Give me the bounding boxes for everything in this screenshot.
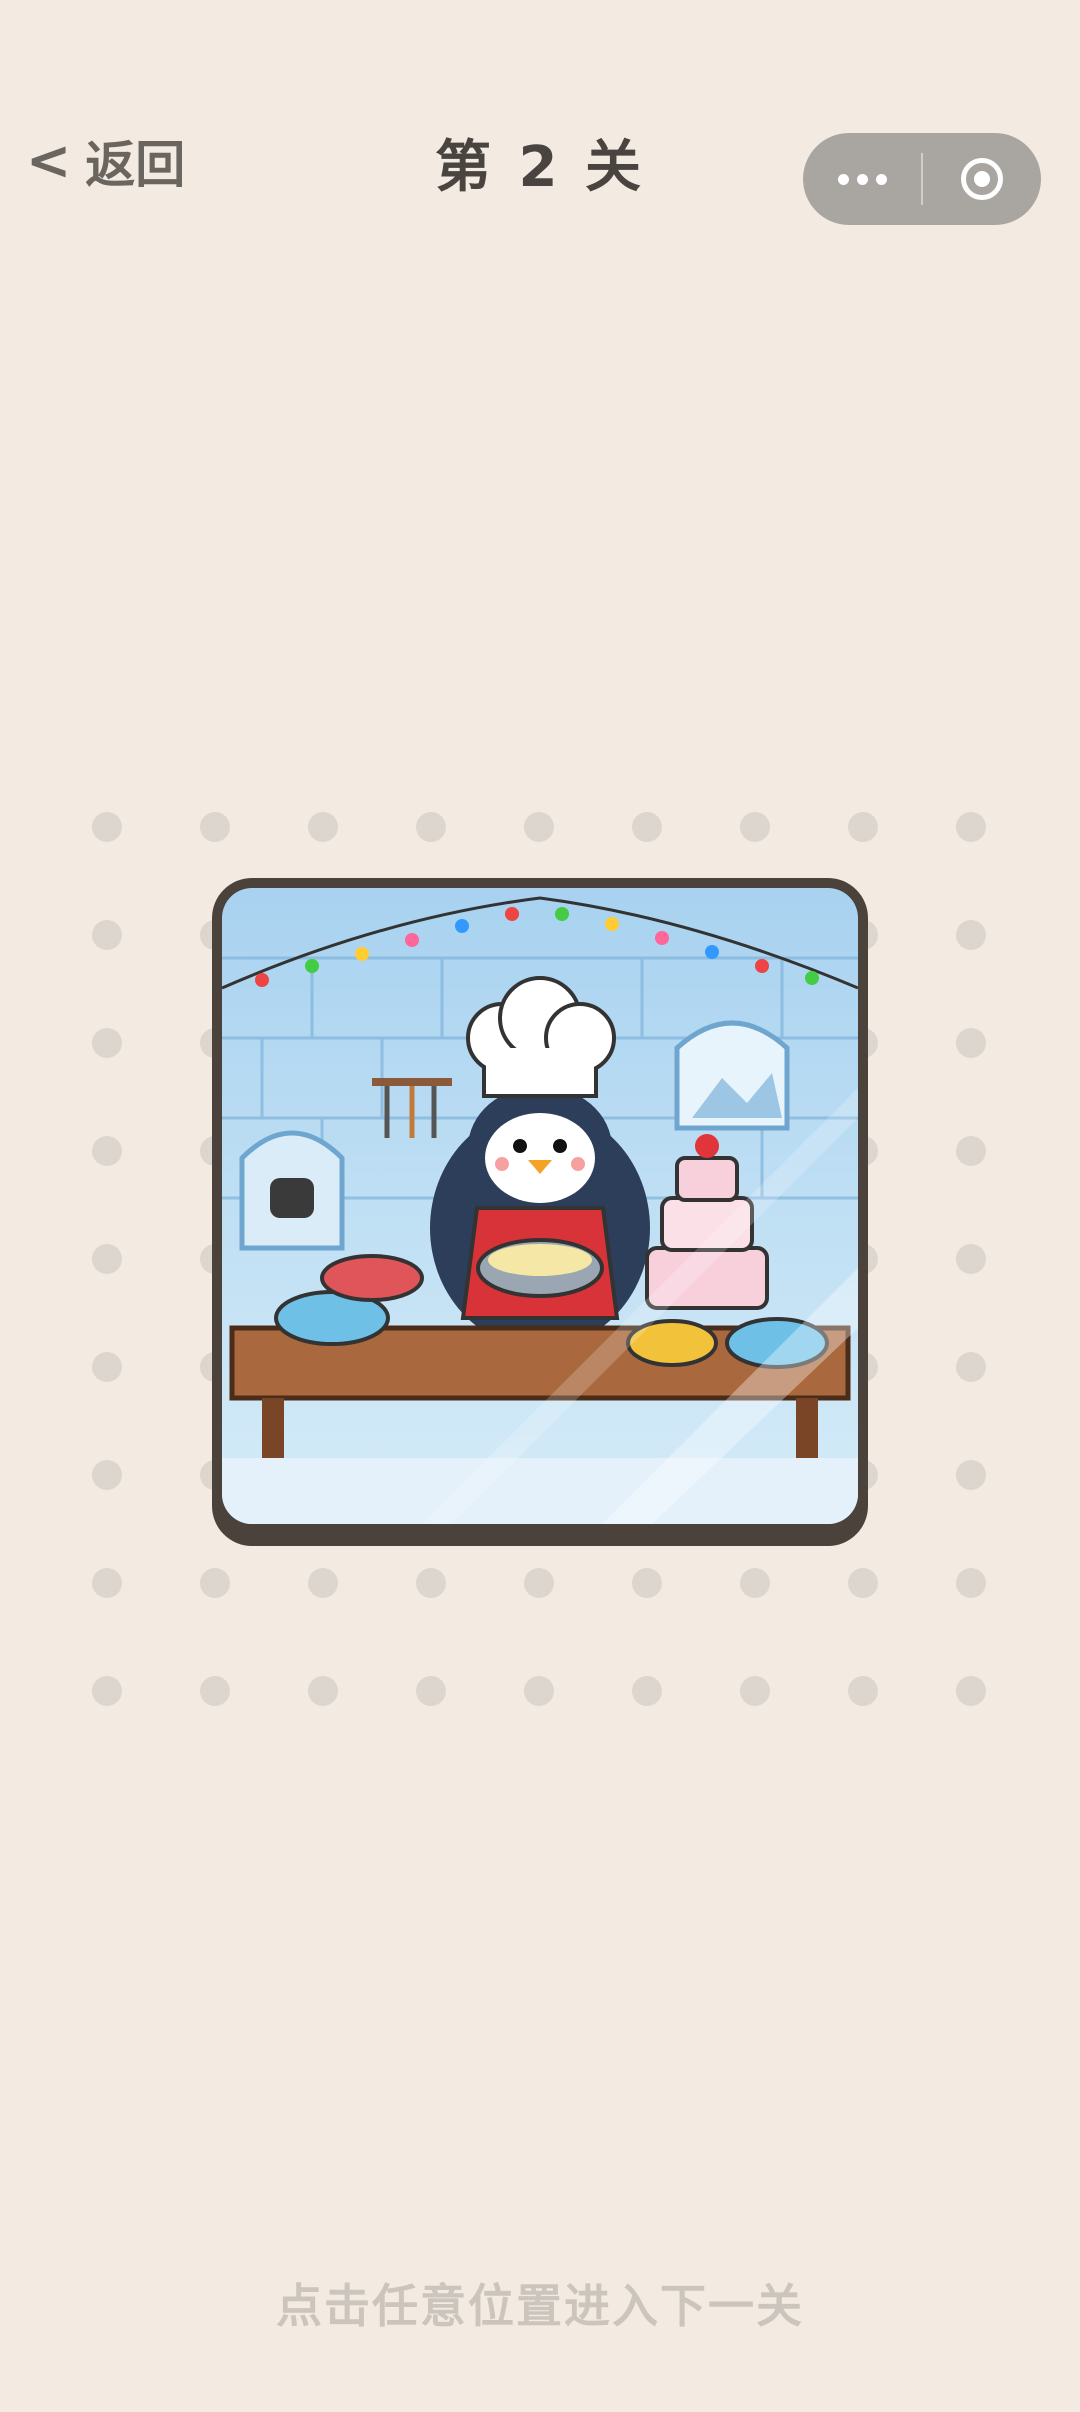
grid-dot [308,812,338,842]
grid-dot [308,1568,338,1598]
grid-dot [200,812,230,842]
grid-dot [416,1676,446,1706]
grid-dot [92,1676,122,1706]
grid-dot [92,1136,122,1166]
close-button[interactable] [923,158,1041,200]
grid-dot [92,1244,122,1274]
grid-dot [956,1568,986,1598]
grid-dot [524,1676,554,1706]
grid-dot [740,812,770,842]
grid-dot [956,1676,986,1706]
grid-dot [524,1568,554,1598]
miniprogram-capsule [803,133,1041,225]
grid-dot [956,1460,986,1490]
grid-dot [524,812,554,842]
grid-dot [92,1460,122,1490]
grid-dot [308,1676,338,1706]
grid-dot [416,812,446,842]
grid-dot [416,1568,446,1598]
grid-dot [200,1568,230,1598]
grid-dot [956,1136,986,1166]
next-level-hint[interactable]: 点击任意位置进入下一关 [0,2270,1080,2336]
grid-dot [956,812,986,842]
grid-dot [740,1676,770,1706]
penguin-chef-illustration [222,888,858,1524]
grid-dot [632,1568,662,1598]
grid-dot [956,1028,986,1058]
grid-dot [848,812,878,842]
grid-dot [200,1676,230,1706]
grid-dot [632,1676,662,1706]
grid-dot [848,1568,878,1598]
grid-dot [92,1568,122,1598]
grid-dot [848,1676,878,1706]
grid-dot [92,1028,122,1058]
grid-dot [956,920,986,950]
grid-dot [92,920,122,950]
grid-dot [956,1352,986,1382]
target-circle-icon [961,158,1003,200]
more-dots-icon[interactable] [803,173,921,185]
puzzle-image[interactable] [212,878,868,1546]
grid-dot [956,1244,986,1274]
grid-dot [632,812,662,842]
grid-dot [92,812,122,842]
grid-dot [740,1568,770,1598]
grid-dot [92,1352,122,1382]
